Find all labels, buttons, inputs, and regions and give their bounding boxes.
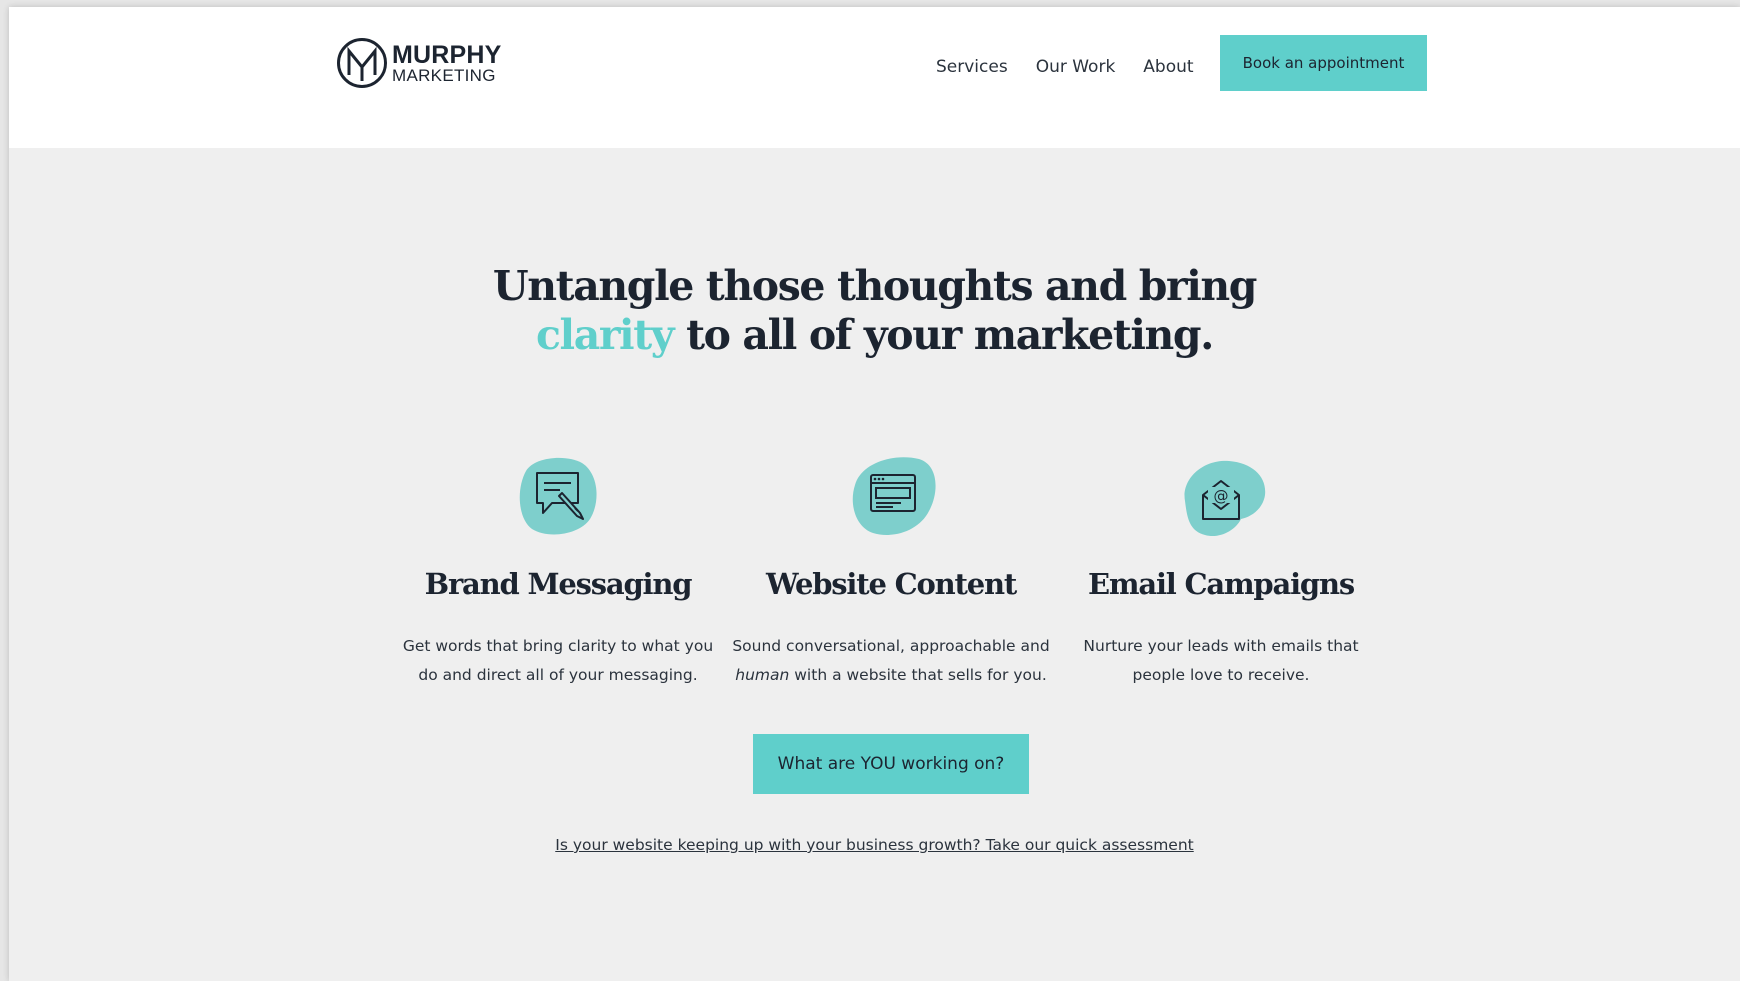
service-icon-wrap: @ xyxy=(1171,457,1271,541)
service-brand-messaging: Brand Messaging Get words that bring cla… xyxy=(393,455,723,690)
assessment-link[interactable]: Is your website keeping up with your bus… xyxy=(555,836,1193,854)
service-desc-emphasis: human xyxy=(735,666,790,684)
browser-window-icon xyxy=(852,457,936,535)
logo-name: MURPHY xyxy=(392,40,502,69)
service-description: Get words that bring clarity to what you… xyxy=(393,632,723,690)
nav-about[interactable]: About xyxy=(1143,57,1193,77)
page-frame: MURPHY MARKETING Services Our Work About… xyxy=(9,7,1740,981)
service-email-campaigns: @ Email Campaigns Nurture your leads wit… xyxy=(1056,455,1386,690)
site-logo[interactable]: MURPHY MARKETING xyxy=(336,37,502,89)
service-desc-line1: Sound conversational, approachable and xyxy=(732,637,1050,655)
hero-headline: Untangle those thoughts and bring clarit… xyxy=(9,262,1740,360)
service-title: Email Campaigns xyxy=(1087,567,1355,601)
service-desc-line2: people love to receive. xyxy=(1132,666,1310,684)
svg-text:@: @ xyxy=(1214,487,1229,505)
headline-line2: to all of your marketing. xyxy=(673,311,1214,359)
book-appointment-button[interactable]: Book an appointment xyxy=(1220,35,1427,91)
service-title: Brand Messaging xyxy=(424,567,693,601)
service-icon-wrap xyxy=(841,455,941,539)
assessment-link-row: Is your website keeping up with your bus… xyxy=(9,836,1740,854)
nav-our-work[interactable]: Our Work xyxy=(1036,57,1116,77)
service-icon-wrap xyxy=(508,455,608,539)
logo-text: MURPHY MARKETING xyxy=(392,40,502,85)
service-website-content: Website Content Sound conversational, ap… xyxy=(726,455,1056,690)
service-title: Website Content xyxy=(765,567,1017,601)
main-nav: Services Our Work About xyxy=(936,57,1222,77)
service-desc-line1: Get words that bring clarity to what you xyxy=(402,637,714,655)
envelope-at-icon: @ xyxy=(1184,460,1266,537)
headline-line1: Untangle those thoughts and bring xyxy=(492,262,1258,310)
headline-accent-word: clarity xyxy=(535,311,675,359)
service-desc-line2: do and direct all of your messaging. xyxy=(418,666,698,684)
service-desc-line2: with a website that sells for you. xyxy=(789,666,1047,684)
m-monogram-logo-icon xyxy=(337,38,387,88)
service-desc-line1: Nurture your leads with emails that xyxy=(1083,637,1359,655)
service-description: Sound conversational, approachable and h… xyxy=(726,632,1056,690)
logo-sub: MARKETING xyxy=(392,65,496,85)
working-on-button[interactable]: What are YOU working on? xyxy=(753,734,1029,794)
service-description: Nurture your leads with emails that peop… xyxy=(1056,632,1386,690)
site-header: MURPHY MARKETING Services Our Work About… xyxy=(9,7,1740,148)
message-pen-icon xyxy=(519,457,597,535)
nav-services[interactable]: Services xyxy=(936,57,1008,77)
